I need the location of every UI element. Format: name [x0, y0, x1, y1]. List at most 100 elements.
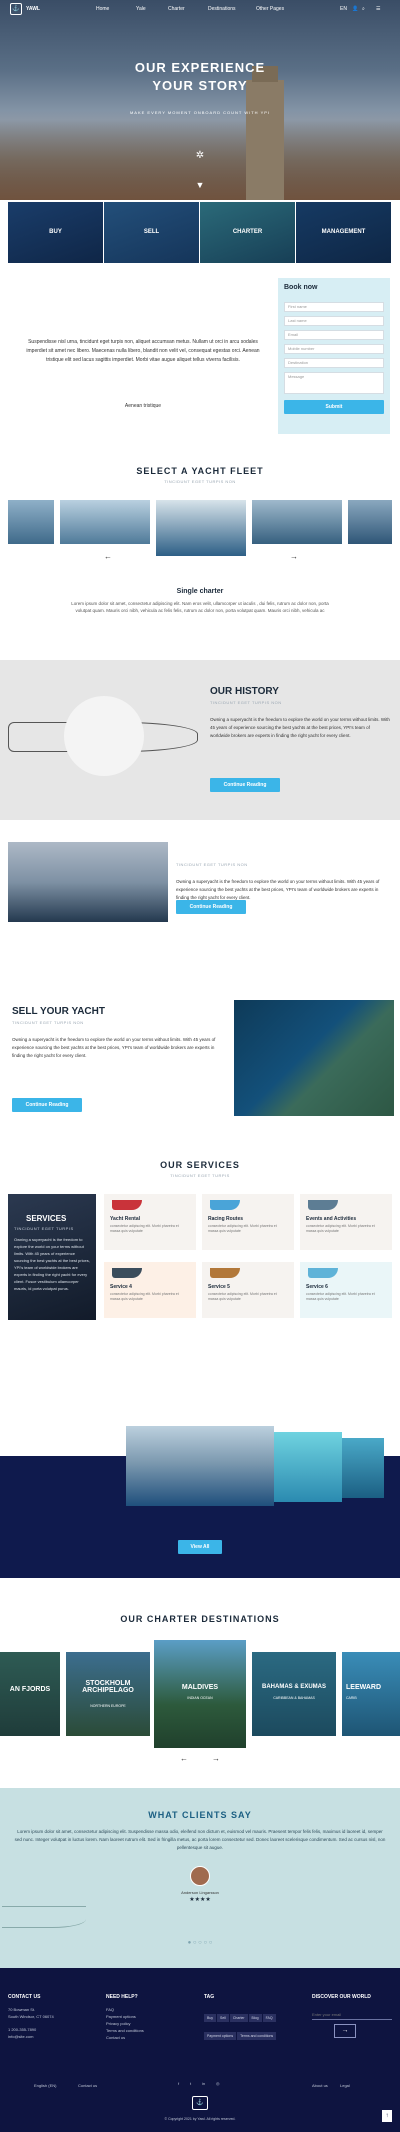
fleet-image-3[interactable] [156, 500, 246, 556]
tag-buy[interactable]: Buy [204, 2014, 217, 2022]
service-3-title: Events and Activities [306, 1216, 357, 1222]
fleet-image-2[interactable] [60, 500, 150, 544]
intro-tail: Aenean tristique [124, 403, 162, 409]
brand-name[interactable]: YAWL [26, 5, 40, 13]
submit-button[interactable]: Submit [284, 400, 384, 414]
service-card-4[interactable]: Service 4 consectetur adipiscing elit. M… [104, 1262, 196, 1318]
tag-sell[interactable]: Sell [217, 2014, 229, 2022]
nav-home[interactable]: Home [96, 5, 109, 13]
gallery-image-main[interactable] [126, 1426, 274, 1506]
fleet-prev-arrow-icon[interactable]: ← [104, 552, 112, 561]
brand-logo-icon[interactable]: ⚓ [10, 3, 22, 15]
user-icon[interactable]: 👤 [352, 5, 358, 13]
tag-payment[interactable]: Payment options [204, 2032, 237, 2040]
sell-continue-button[interactable]: Continue Reading [12, 1098, 82, 1112]
destination-field[interactable]: Destination [284, 358, 384, 368]
footer-about[interactable]: About us [312, 2082, 328, 2089]
destination-card-1[interactable]: AN FJORDS [0, 1652, 60, 1736]
view-all-button[interactable]: View All [178, 1540, 222, 1554]
footer-email-input[interactable] [312, 2010, 392, 2020]
top-nav: ⚓ YAWL Home Yale Charter Destinations Ot… [0, 0, 400, 20]
services-side-text: Owning a superyacht is the freedom to ex… [14, 1237, 90, 1291]
fleet-image-5[interactable] [348, 500, 392, 544]
service-4-desc: consectetur adipiscing elit. Morbi phare… [110, 1292, 179, 1301]
footer-help-terms[interactable]: Terms and conditions [106, 2027, 144, 2034]
footer-legal[interactable]: Legal [340, 2082, 350, 2089]
fleet-next-arrow-icon[interactable]: → [290, 552, 298, 561]
footer-address1: 70 Bowman St. [8, 2007, 36, 2012]
search-icon[interactable]: ⌕ [362, 5, 365, 13]
tag-blog[interactable]: Blog [248, 2014, 262, 2022]
scroll-down-icon[interactable]: ▼ [194, 180, 206, 190]
tab-charter[interactable]: CHARTER [200, 202, 296, 263]
service-card-5[interactable]: Service 5 consectetur adipiscing elit. M… [202, 1262, 294, 1318]
footer-email[interactable]: info@site.com [8, 2033, 33, 2040]
testimonial-pagination[interactable]: ● ○ ○ ○ ○ [170, 1940, 230, 1946]
tab-sell[interactable]: SELL [104, 202, 200, 263]
nav-charter[interactable]: Charter [168, 5, 185, 13]
nav-destinations[interactable]: Destinations [208, 5, 236, 13]
back-to-top-icon[interactable]: ↑ [382, 2110, 392, 2122]
destinations-prev-arrow-icon[interactable]: ← [180, 1754, 188, 1763]
service-4-yacht-icon [112, 1268, 142, 1278]
service-6-desc: consectetur adipiscing elit. Morbi phare… [306, 1292, 375, 1301]
fleet-image-1[interactable] [8, 500, 54, 544]
gallery-image-3[interactable] [342, 1438, 384, 1498]
footer-help-privacy[interactable]: Privacy policy [106, 2020, 130, 2027]
first-name-field[interactable]: First name [284, 302, 384, 312]
footer-help-faq[interactable]: FAQ [106, 2006, 114, 2013]
facebook-icon[interactable]: f [178, 2080, 179, 2087]
tab-management[interactable]: MANAGEMENT [296, 202, 392, 263]
history-continue-button[interactable]: Continue Reading [210, 778, 280, 792]
destinations-next-arrow-icon[interactable]: → [212, 1754, 220, 1763]
footer-help-contact[interactable]: Contact us [106, 2034, 125, 2041]
destination-card-5[interactable]: LEEWARD CARIB [342, 1652, 400, 1736]
service-3-desc: consectetur adipiscing elit. Morbi phare… [306, 1224, 375, 1233]
services-subtitle: TINCIDUNT EGET TURPIS [170, 1173, 230, 1178]
history-title: OUR HISTORY [210, 686, 279, 697]
footer-tags: Buy Sell Charter Blog FAQ Payment options Term… [204, 2006, 284, 2042]
tag-terms[interactable]: Terms and conditions [237, 2032, 277, 2040]
footer-language-select[interactable]: English (EN) [34, 2082, 56, 2089]
testimonial-name: Anderson Lingarsson [181, 1890, 219, 1895]
email-field[interactable]: Email [284, 330, 384, 340]
services-side-sub: TINCIDUNT EGET TURPIS [14, 1226, 74, 1231]
destination-4-sub: CARIBBEAN & BAHAMAS [273, 1696, 315, 1700]
block2-continue-button[interactable]: Continue Reading [176, 900, 246, 914]
linkedin-icon[interactable]: in [202, 2080, 205, 2087]
sell-text: Owning a superyacht is the freedom to ex… [12, 1037, 216, 1058]
fleet-subtitle: TINCIDUNT EGET TURPIS NON [164, 479, 236, 484]
footer-help-payment[interactable]: Payment options [106, 2013, 136, 2020]
destination-card-4[interactable]: BAHAMAS & EXUMAS CARIBBEAN & BAHAMAS [252, 1652, 336, 1736]
destination-card-3[interactable]: MALDIVES INDIAN OCEAN [154, 1640, 246, 1748]
booking-title: Book now [284, 284, 318, 291]
twitter-icon[interactable]: t [190, 2080, 191, 2087]
testimonial-yacht-sketch [2, 1906, 86, 1928]
message-field[interactable]: Message [284, 372, 384, 394]
language-switch[interactable]: EN [340, 5, 347, 13]
service-card-6[interactable]: Service 6 consectetur adipiscing elit. M… [300, 1262, 392, 1318]
footer-submit-arrow-icon[interactable]: → [334, 2024, 356, 2038]
mobile-field[interactable]: Mobile number [284, 344, 384, 354]
footer-contact-title: CONTACT US [8, 1994, 41, 2000]
destination-card-2[interactable]: STOCKHOLM ARCHIPELAGO NORTHERN EUROPE [66, 1652, 150, 1736]
footer-phone[interactable]: 1 200-355-7890 [8, 2026, 36, 2033]
service-5-yacht-icon [210, 1268, 240, 1278]
service-card-1[interactable]: Yacht Rental consectetur adipiscing elit… [104, 1194, 196, 1250]
gallery-image-2[interactable] [274, 1432, 342, 1502]
service-card-3[interactable]: Events and Activities consectetur adipis… [300, 1194, 392, 1250]
nav-other-pages[interactable]: Other Pages [256, 5, 284, 13]
tag-faq[interactable]: FAQ [262, 2014, 276, 2022]
hero [0, 0, 400, 200]
tab-buy[interactable]: BUY [8, 202, 104, 263]
nav-yale[interactable]: Yale [136, 5, 146, 13]
services-title: OUR SERVICES [160, 1160, 240, 1170]
fleet-image-4[interactable] [252, 500, 342, 544]
services-side-card: SERVICES TINCIDUNT EGET TURPIS Owning a … [8, 1194, 96, 1320]
service-card-2[interactable]: Racing Routes consectetur adipiscing eli… [202, 1194, 294, 1250]
menu-icon[interactable]: ☰ [376, 5, 380, 13]
tag-charter[interactable]: Charter [229, 2014, 248, 2022]
footer-contact-button[interactable]: Contact us [78, 2082, 97, 2089]
last-name-field[interactable]: Last name [284, 316, 384, 326]
instagram-icon[interactable]: ◎ [216, 2080, 220, 2087]
